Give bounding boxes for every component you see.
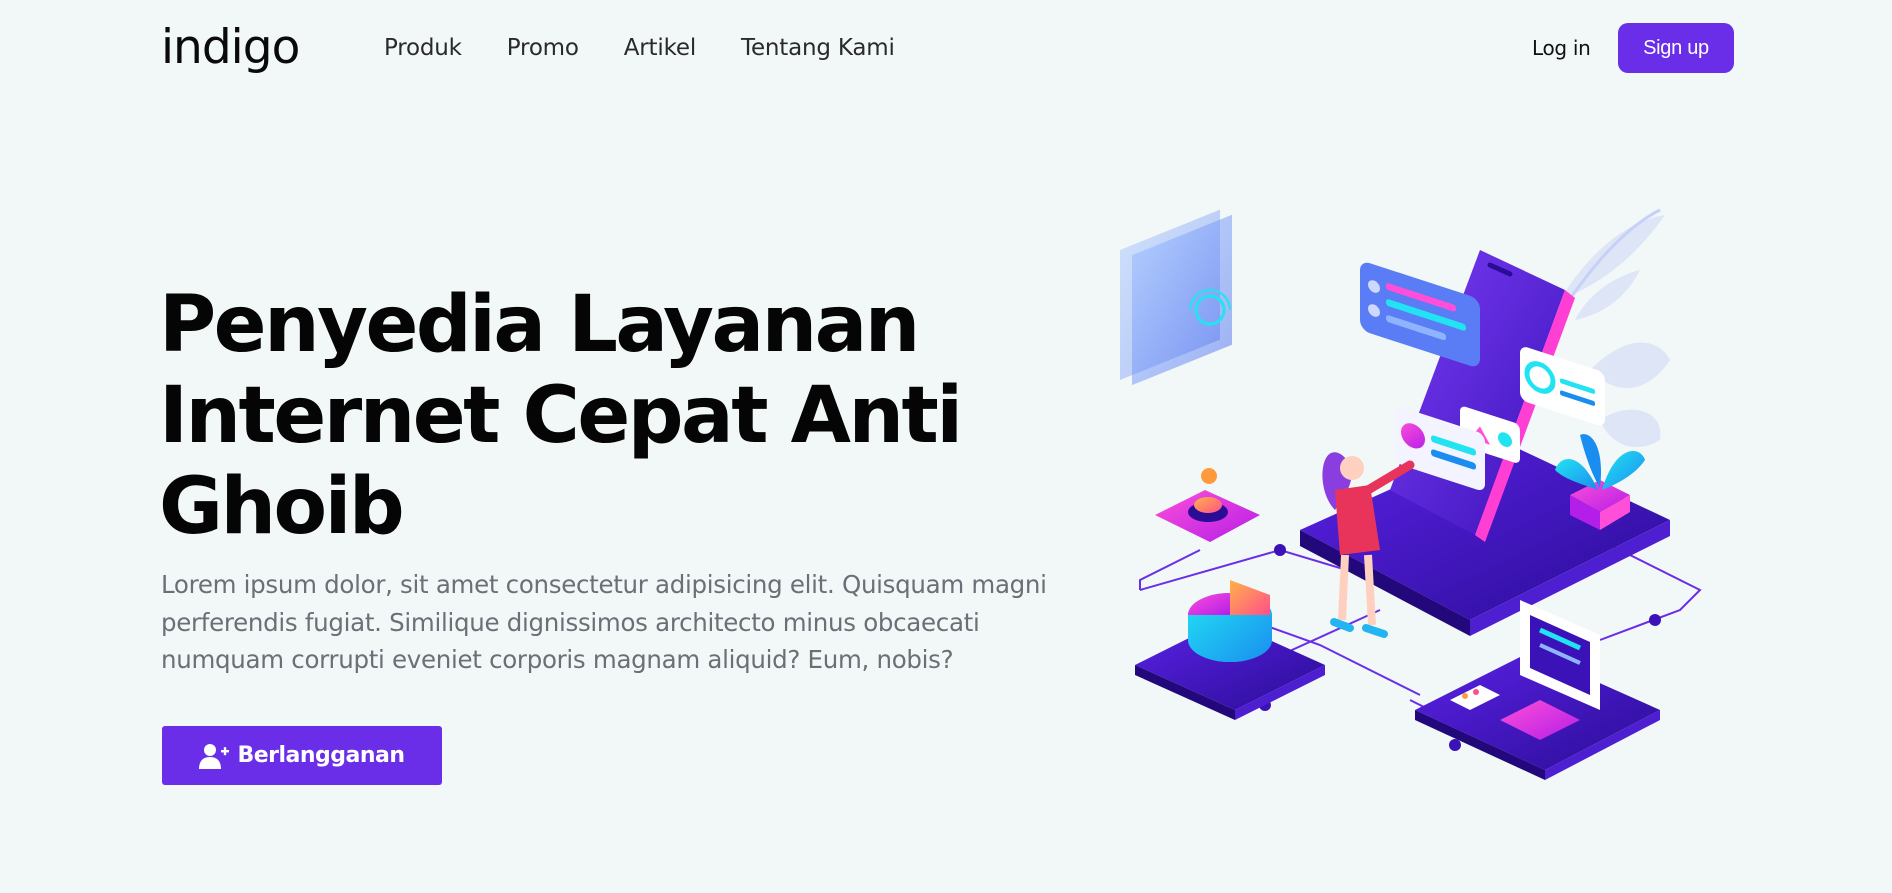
logo[interactable]: indigo [161,18,300,78]
main-nav: Produk Promo Artikel Tentang Kami [384,32,895,64]
subscribe-label: Berlangganan [237,743,405,768]
user-plus-icon [199,742,230,770]
hero-title: Penyedia Layanan Internet Cepat Anti Gho… [159,280,979,553]
hero-description: Lorem ipsum dolor, sit amet consectetur … [161,566,1061,679]
nav-link-promo[interactable]: Promo [507,32,579,64]
hero-description-line: Lorem ipsum dolor, sit amet consectetur … [161,570,1047,599]
nav-link-tentang-kami[interactable]: Tentang Kami [741,32,895,64]
hero-illustration [1120,190,1720,810]
hero-description-line: numquam corrupti eveniet corporis magnam… [161,645,954,674]
nav-link-produk[interactable]: Produk [384,32,462,64]
nav-link-artikel[interactable]: Artikel [624,32,696,64]
hero-title-line: Internet Cepat Anti [159,371,963,461]
login-link[interactable]: Log in [1532,33,1591,63]
subscribe-button[interactable]: Berlangganan [162,726,442,785]
hero-title-line: Ghoib [159,462,405,552]
hero-title-line: Penyedia Layanan [159,280,920,370]
hero-description-line: perferendis fugiat. Similique dignissimo… [161,607,980,637]
navbar: indigo Produk Promo Artikel Tentang Kami… [0,0,1892,96]
isometric-tech-illustration [1120,208,1702,780]
signup-button[interactable]: Sign up [1618,23,1734,73]
